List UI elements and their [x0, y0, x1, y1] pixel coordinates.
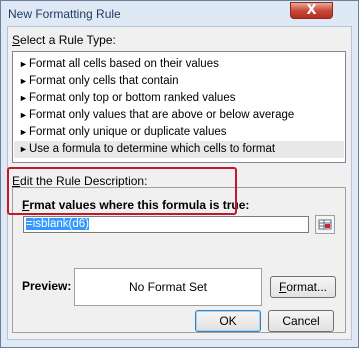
close-icon: X — [306, 3, 317, 18]
rule-type-item[interactable]: ►Format only values that are above or be… — [14, 107, 344, 124]
title-bar[interactable]: New Formatting Rule X — [1, 1, 358, 25]
preview-label: Preview: — [22, 279, 72, 293]
arrow-icon: ► — [19, 110, 28, 120]
highlight-annotation — [7, 167, 237, 215]
range-select-icon — [318, 219, 332, 230]
ok-button[interactable]: OK — [195, 310, 261, 332]
arrow-icon: ► — [19, 76, 28, 86]
format-button[interactable]: Format... — [270, 276, 336, 298]
cancel-button[interactable]: Cancel — [268, 310, 334, 332]
arrow-icon: ► — [19, 93, 28, 103]
arrow-icon: ► — [19, 127, 28, 137]
rule-type-item[interactable]: ►Format only top or bottom ranked values — [14, 90, 344, 107]
rule-type-item[interactable]: ►Format all cells based on their values — [14, 56, 344, 73]
formula-value: =isblank(d6) — [26, 218, 89, 230]
collapse-dialog-button[interactable] — [315, 215, 335, 234]
rule-type-list[interactable]: ►Format all cells based on their values … — [12, 51, 346, 163]
window-title: New Formatting Rule — [8, 7, 121, 21]
rule-type-item-selected[interactable]: ►Use a formula to determine which cells … — [14, 141, 344, 158]
rule-type-item[interactable]: ►Format only unique or duplicate values — [14, 124, 344, 141]
rule-type-item[interactable]: ►Format only cells that contain — [14, 73, 344, 90]
rule-type-label: Select a Rule Type: — [12, 33, 116, 47]
close-button[interactable]: X — [290, 2, 333, 19]
arrow-icon: ► — [19, 59, 28, 69]
formula-input[interactable]: =isblank(d6) — [23, 216, 309, 233]
arrow-icon: ► — [19, 144, 28, 154]
preview-text: No Format Set — [128, 280, 208, 294]
preview-box: No Format Set — [74, 268, 262, 306]
